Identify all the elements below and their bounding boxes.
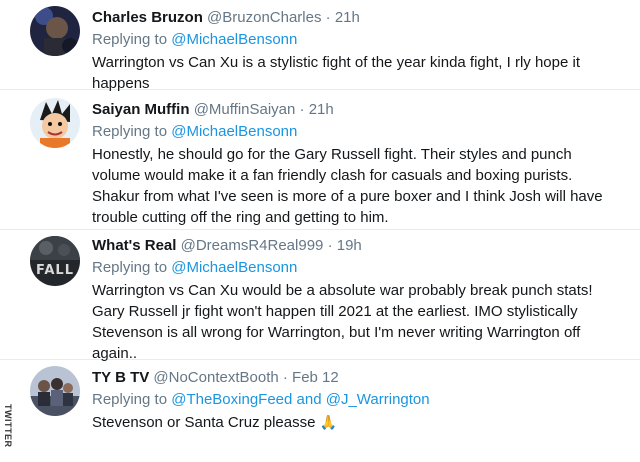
display-name[interactable]: What's Real xyxy=(92,237,176,254)
replying-to-label: Replying to xyxy=(92,31,168,48)
mention-link[interactable]: @J_Warrington xyxy=(326,391,430,408)
mention-link[interactable]: @TheBoxingFeed xyxy=(171,391,292,408)
user-handle[interactable]: @NoContextBooth xyxy=(153,369,278,386)
replying-to-label: Replying to xyxy=(92,259,168,276)
replying-to-line: Replying to @TheBoxingFeed and @J_Warrin… xyxy=(92,390,630,410)
timestamp[interactable]: 21h xyxy=(309,101,334,118)
mention-link[interactable]: @MichaelBensonn xyxy=(171,259,297,276)
avatar[interactable]: FALL xyxy=(30,236,80,286)
tweet[interactable]: FALL What's Real @DreamsR4Real999 · 19h … xyxy=(0,230,640,362)
timestamp[interactable]: 21h xyxy=(335,9,360,26)
avatar-poster-text: FALL xyxy=(35,263,75,278)
replying-to-label: Replying to xyxy=(92,391,168,408)
timestamp[interactable]: Feb 12 xyxy=(292,369,339,386)
watermark-text: TWITTER xyxy=(3,404,13,448)
replying-to-label: Replying to xyxy=(92,123,168,140)
tweet-text: Warrington vs Can Xu would be a absolute… xyxy=(92,282,593,362)
separator-dot: · xyxy=(299,101,305,118)
mention-link[interactable]: @MichaelBensonn xyxy=(171,31,297,48)
tweet[interactable]: Saiyan Muffin @MuffinSaiyan · 21h Replyi… xyxy=(0,90,640,230)
avatar[interactable] xyxy=(30,98,80,148)
replying-to-line: Replying to @MichaelBensonn xyxy=(92,30,630,50)
display-name[interactable]: Saiyan Muffin xyxy=(92,101,190,118)
fall-poster-icon xyxy=(30,236,80,286)
user-handle[interactable]: @BruzonCharles xyxy=(207,9,321,26)
avatar[interactable] xyxy=(30,366,80,416)
timestamp[interactable]: 19h xyxy=(337,237,362,254)
profile-photo-icon xyxy=(30,6,80,56)
tweet-text-line: Stevenson or Santa Cruz pleasse 🙏 xyxy=(92,412,630,433)
display-name[interactable]: Charles Bruzon xyxy=(92,9,203,26)
separator-dot: · xyxy=(327,237,333,254)
replying-to-line: Replying to @MichaelBensonn xyxy=(92,258,630,278)
display-name[interactable]: TY B TV xyxy=(92,369,149,386)
twitter-watermark: TWITTER xyxy=(1,402,15,462)
tweet-text: Warrington vs Can Xu is a stylistic figh… xyxy=(92,54,580,92)
praying-hands-emoji-icon: 🙏 xyxy=(319,414,338,430)
mention-joiner: and xyxy=(296,391,322,408)
replying-to-line: Replying to @MichaelBensonn xyxy=(92,122,630,142)
tweet[interactable]: Charles Bruzon @BruzonCharles · 21h Repl… xyxy=(0,0,640,92)
separator-dot: · xyxy=(282,369,288,386)
tweet-text: Honestly, he should go for the Gary Russ… xyxy=(92,146,603,226)
user-handle[interactable]: @MuffinSaiyan xyxy=(194,101,296,118)
cartoon-character-icon xyxy=(30,98,80,148)
group-photo-icon xyxy=(30,366,80,416)
tweet-text: Stevenson or Santa Cruz pleasse xyxy=(92,414,316,431)
avatar[interactable] xyxy=(30,6,80,56)
user-handle[interactable]: @DreamsR4Real999 xyxy=(181,237,324,254)
separator-dot: · xyxy=(325,9,331,26)
tweet[interactable]: TY B TV @NoContextBooth · Feb 12 Replyin… xyxy=(0,360,640,462)
mention-link[interactable]: @MichaelBensonn xyxy=(171,123,297,140)
